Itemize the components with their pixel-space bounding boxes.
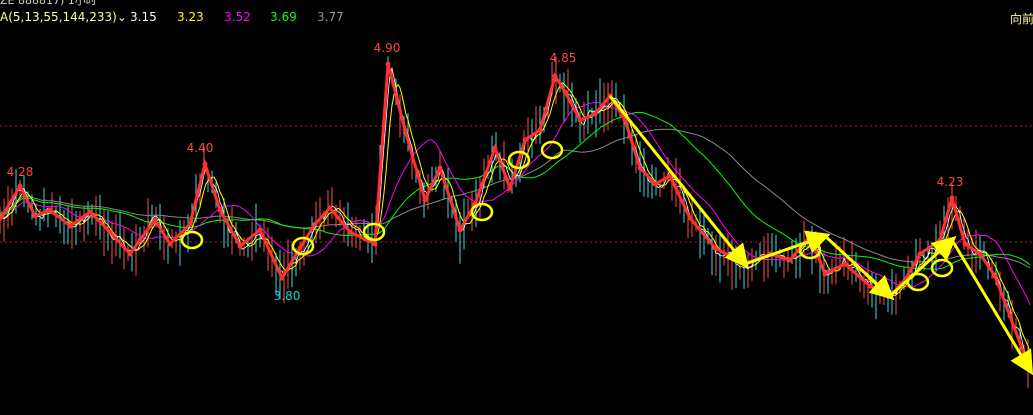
price-point (457, 227, 463, 233)
price-point (522, 137, 528, 143)
price-point (372, 241, 378, 247)
price-point (107, 229, 113, 235)
price-point (992, 273, 998, 279)
price-point (842, 261, 848, 267)
highlight-circle (906, 272, 930, 292)
price-point (87, 209, 93, 215)
price-point (552, 73, 558, 79)
price-point (237, 243, 243, 249)
extreme-label: 4.85 (550, 51, 577, 65)
price-point (32, 213, 38, 219)
extreme-label: 4.90 (374, 41, 401, 55)
highlight-circle (540, 140, 564, 160)
highlight-circle (180, 230, 204, 250)
price-point (537, 127, 543, 133)
ma-233-line (0, 128, 1031, 269)
price-chart: 4.28 4.40 3.80 4.90 4.85 4.23 (0, 41, 1033, 389)
price-point (67, 223, 73, 229)
ma-144-line (0, 111, 1031, 270)
price-point (787, 257, 793, 263)
price-point (327, 205, 333, 211)
price-point (187, 221, 193, 227)
extreme-label: 4.23 (937, 175, 964, 189)
price-point (17, 183, 23, 189)
extreme-label: 4.28 (7, 165, 34, 179)
price-point (652, 181, 658, 187)
price-point (297, 245, 303, 251)
price-point (312, 221, 318, 227)
price-point (347, 229, 353, 235)
price-point (385, 61, 391, 67)
price-point (917, 251, 923, 257)
price-point (422, 197, 428, 203)
price-point (822, 271, 828, 277)
price-point (562, 89, 568, 95)
price-point (217, 207, 223, 213)
price-point (977, 251, 983, 257)
price-point (492, 145, 498, 151)
price-point (712, 245, 718, 251)
price-point (687, 215, 693, 221)
price-point (592, 111, 598, 117)
price-point (1007, 313, 1013, 319)
price-point (867, 283, 873, 289)
price-point (937, 237, 943, 243)
price-point (402, 127, 408, 133)
price-point (949, 195, 955, 201)
extreme-label: 3.80 (274, 289, 301, 303)
price-point (257, 227, 263, 233)
price-point (202, 161, 208, 167)
price-point (807, 233, 813, 239)
price-point (507, 185, 513, 191)
price-zigzag-line (0, 63, 1032, 371)
price-point (437, 165, 443, 171)
price-point (962, 241, 968, 247)
price-point (577, 117, 583, 123)
price-point (47, 207, 53, 213)
price-point (167, 241, 173, 247)
price-point (127, 251, 133, 257)
price-point (279, 275, 285, 281)
price-point (152, 217, 158, 223)
extreme-label: 4.40 (187, 141, 214, 155)
price-point (637, 165, 643, 171)
trend-arrow (823, 234, 895, 301)
price-point (137, 237, 143, 243)
